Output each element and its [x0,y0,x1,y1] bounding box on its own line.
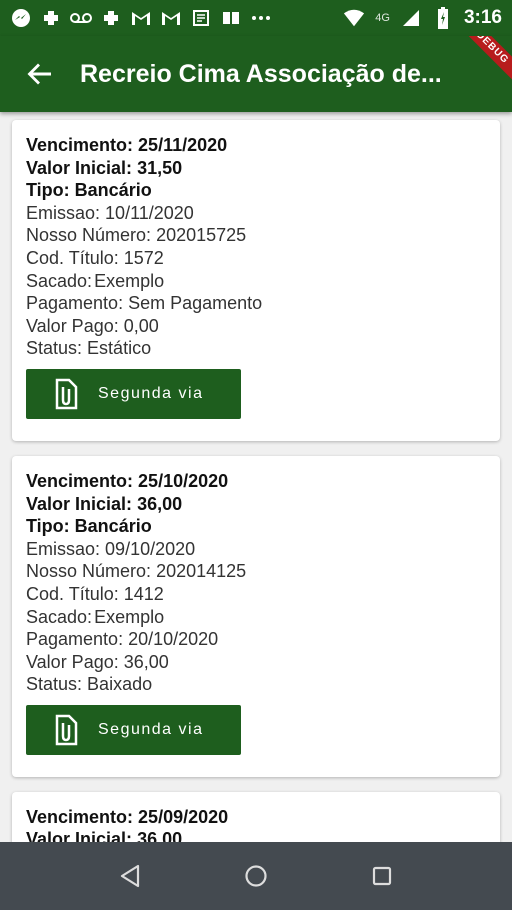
segunda-via-label: Segunda via [98,384,204,402]
status-line: Status: Baixado [26,674,153,695]
attachment-icon [42,714,88,746]
battery-icon [432,7,454,29]
debug-banner: DEBUG [450,36,512,90]
voicemail-icon [70,7,92,29]
cod-titulo-line: Cod. Título: 1412 [26,583,164,604]
arrow-back-icon [27,63,51,85]
valor-inicial-line: Valor Inicial: 31,50 [26,157,183,178]
valor-pago-line: Valor Pago: 0,00 [26,315,159,336]
boleto-list[interactable]: Vencimento: 25/11/2020 Valor Inicial: 31… [0,112,512,842]
sacado-line: Sacado: Exemplo [26,606,165,627]
android-icon [100,7,122,29]
valor-inicial-line: Valor Inicial: 36,00 [26,493,183,514]
more-icon [250,7,272,29]
nav-recents-button[interactable] [362,856,402,896]
vencimento-line: Vencimento: 25/10/2020 [26,470,229,491]
pagamento-line: Pagamento: Sem Pagamento [26,293,263,314]
status-bar: 4G 3:16 [0,0,512,36]
nav-home-button[interactable] [236,856,276,896]
signal-icon [400,7,422,29]
triangle-back-icon [120,864,140,888]
emissao-line: Emissao: 10/11/2020 [26,202,194,223]
vencimento-line: Vencimento: 25/11/2020 [26,135,228,155]
nosso-numero-line: Nosso Número: 202015725 [26,225,247,246]
valor-inicial-line: Valor Inicial: 36,00 [26,829,183,842]
wifi-icon [343,7,365,29]
boleto-card: Vencimento: 25/10/2020 Valor Inicial: 36… [12,455,500,777]
square-recents-icon [372,866,392,886]
network-type: 4G [375,12,390,24]
system-icons: 4G 3:16 [343,7,502,29]
android-icon [40,7,62,29]
segunda-via-button[interactable]: Segunda via [26,368,241,419]
vencimento-line: Vencimento: 25/09/2020 [26,806,229,827]
segunda-via-label: Segunda via [98,720,204,738]
news-icon [190,7,212,29]
valor-pago-line: Valor Pago: 36,00 [26,651,169,672]
circle-home-icon [245,865,267,887]
clock: 3:16 [463,7,502,28]
emissao-line: Emissao: 09/10/2020 [26,538,196,559]
tipo-line: Tipo: Bancário [26,180,152,201]
tipo-line: Tipo: Bancário [26,516,152,537]
status-line: Status: Estático [26,338,152,359]
back-button[interactable] [0,36,80,112]
sacado-line: Sacado: Exemplo [26,270,165,291]
nosso-numero-line: Nosso Número: 202014125 [26,561,247,582]
book-icon [220,7,242,29]
cod-titulo-line: Cod. Título: 1572 [26,247,164,268]
boleto-card: Vencimento: 25/09/2020 Valor Inicial: 36… [12,791,500,842]
boleto-card: Vencimento: 25/11/2020 Valor Inicial: 31… [12,120,500,441]
gmail-icon [160,7,182,29]
attachment-icon [42,378,88,410]
page-title: Recreio Cima Associação de... [80,59,442,88]
pagamento-line: Pagamento: 20/10/2020 [26,629,219,650]
segunda-via-button[interactable]: Segunda via [26,704,241,755]
gmail-icon [130,7,152,29]
notification-icons [10,7,272,29]
nav-back-button[interactable] [110,856,150,896]
system-nav-bar [0,842,512,910]
messenger-icon [10,7,32,29]
app-bar: Recreio Cima Associação de... DEBUG [0,36,512,112]
